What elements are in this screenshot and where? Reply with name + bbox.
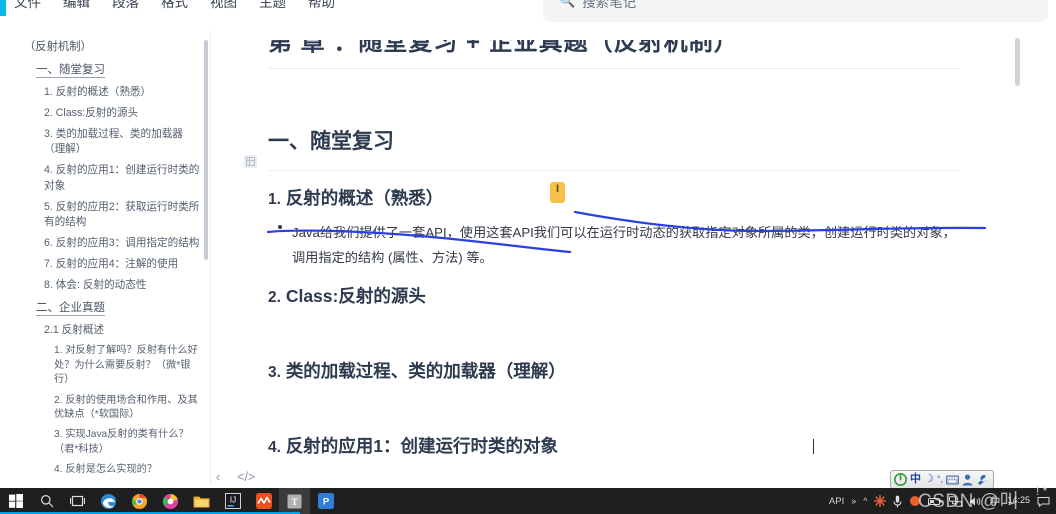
code-icon[interactable]: </> — [237, 470, 255, 484]
heading-1-1-label: 反射的概述（熟悉） — [285, 188, 444, 208]
file-explorer-icon[interactable] — [186, 488, 217, 514]
watermark-tail: ! * — [1036, 484, 1048, 498]
toolbox-icon[interactable] — [976, 474, 988, 486]
menu-bar: 文件 编辑 段落 格式 视图 主题 帮助 — [0, 0, 530, 16]
moon-icon[interactable]: ☽ — [924, 474, 934, 485]
sogou-browser-icon[interactable] — [155, 488, 186, 514]
sidebar-item-2-1-3[interactable]: 3. 实现Java反射的类有什么？（君*科技） — [24, 425, 204, 460]
heading-1-4-label: 反射的应用1：创建运行时类的对象 — [285, 436, 559, 456]
text-highlight-marker — [550, 182, 565, 203]
paragraph-reflection-overview[interactable]: Java给我们提供了一套API，使用这套API我们可以在运行时动态的获取指定对象… — [268, 220, 968, 454]
sidebar-item-1-4[interactable]: 4. 反射的应用1：创建运行时类的对象 — [24, 160, 204, 196]
sidebar-item-1-6[interactable]: 6. 反射的应用3：调用指定的结构 — [24, 233, 204, 254]
menu-item-view[interactable]: 视图 — [210, 0, 237, 11]
task-view-icon[interactable] — [62, 488, 93, 514]
text-caret — [813, 439, 814, 454]
heading-1-1-number: 1. — [268, 191, 281, 208]
menu-item-theme[interactable]: 主题 — [259, 0, 286, 11]
menu-item-edit[interactable]: 编辑 — [63, 0, 90, 11]
sidebar-item-section-2[interactable]: 二、企业真题 — [24, 296, 204, 320]
windows-start-icon[interactable] — [0, 488, 31, 514]
sidebar-item-1-2[interactable]: 2. Class:反射的源头 — [24, 103, 204, 124]
menu-item-file[interactable]: 文件 — [14, 0, 41, 11]
sidebar-item-1-7[interactable]: 7. 反射的应用4：注解的使用 — [24, 254, 204, 275]
tray-chevron-up-icon[interactable]: ^ — [863, 496, 867, 506]
security-shield-icon[interactable] — [874, 495, 887, 507]
list-bullet — [278, 225, 282, 229]
heading-1-2-label: Class:反射的源头 — [285, 286, 426, 306]
heading-1-2-number: 2. — [268, 289, 281, 306]
document-area[interactable]: 第 章 ：随堂复习 + 企业真题（反射机制） 一、随堂复习 1. 反射的概述（熟… — [211, 30, 1014, 485]
heading-1-2[interactable]: 2. Class:反射的源头 — [268, 283, 426, 308]
sidebar-item-2-1-1[interactable]: 1. 对反射了解吗？反射有什么好处？为什么需要反射？（微*银行） — [24, 341, 204, 390]
sidebar-item-1-8[interactable]: 8. 体会: 反射的动态性 — [24, 275, 204, 296]
microphone-icon[interactable] — [893, 495, 903, 508]
heading-1-4-number: 4. — [268, 439, 281, 456]
menu-item-help[interactable]: 帮助 — [308, 0, 335, 11]
sidebar-item-section-1[interactable]: 一、随堂复习 — [24, 58, 204, 82]
sidebar-item-1-1[interactable]: 1. 反射的概述（熟悉） — [24, 82, 204, 103]
tray-api-label: API — [828, 495, 845, 507]
sidebar-item-2-1-4[interactable]: 4. 反射是怎么实现的？ — [24, 460, 204, 480]
document-title: 第 章 ：随堂复习 + 企业真题（反射机制） — [268, 40, 739, 56]
pycharm-icon[interactable]: P — [310, 488, 341, 514]
heading-1-1[interactable]: 1. 反射的概述（熟悉） — [268, 185, 443, 210]
heading-1-3[interactable]: 3. 类的加载过程、类的加载器（理解） — [268, 358, 566, 383]
document-title-clipped: 第 章 ：随堂复习 + 企业真题（反射机制） — [268, 40, 968, 70]
typora-icon[interactable]: T — [279, 488, 310, 514]
heading-1-3-label: 类的加载过程、类的加载器（理解） — [285, 361, 566, 381]
sidebar-item-1-5[interactable]: 5. 反射的应用2：获取运行时类所有的结构 — [24, 197, 204, 233]
sidebar-scrollbar[interactable] — [204, 40, 208, 260]
chrome-browser-icon[interactable] — [124, 488, 155, 514]
search-bar[interactable]: 🔍 搜索笔记 — [543, 0, 1048, 22]
sidebar-item-2-1[interactable]: 2.1 反射概述 — [24, 320, 204, 341]
sidebar-item-1-3[interactable]: 3. 类的加载过程、类的加载器（理解） — [24, 124, 204, 160]
intellij-idea-icon[interactable]: IJ — [217, 488, 248, 514]
table-gutter-icon[interactable] — [244, 155, 257, 168]
document-scrollbar-thumb[interactable] — [1015, 38, 1020, 86]
svg-text:IJ: IJ — [229, 496, 235, 505]
search-input[interactable]: 搜索笔记 — [582, 0, 636, 11]
tray-overflow-icon[interactable]: » — [851, 496, 856, 506]
heading-1-4[interactable]: 4. 反射的应用1：创建运行时类的对象 — [268, 433, 558, 458]
svg-text:T: T — [291, 498, 298, 508]
user-icon[interactable] — [962, 474, 973, 486]
search-icon: 🔍 — [559, 0, 576, 8]
section-rule — [268, 170, 960, 171]
outline-sidebar[interactable]: （反射机制） 一、随堂复习 1. 反射的概述（熟悉） 2. Class:反射的源… — [0, 30, 212, 485]
punctuation-icon[interactable]: °, — [937, 475, 943, 484]
title-rule — [268, 68, 960, 69]
screen: 文件 编辑 段落 格式 视图 主题 帮助 🔍 搜索笔记 （反射机制） 一、随堂复… — [0, 0, 1056, 514]
accent-tick — [0, 0, 6, 16]
paragraph-text: Java给我们提供了一套API，使用这套API我们可以在运行时动态的获取指定对象… — [292, 225, 956, 266]
sidebar-item-2-1-2[interactable]: 2. 反射的使用场合和作用、及其优缺点（*软国际） — [24, 391, 204, 426]
xmind-icon[interactable] — [248, 488, 279, 514]
csdn-watermark: CSDN @叫 — [918, 491, 1019, 512]
heading-1-3-number: 3. — [268, 364, 281, 381]
windows-taskbar[interactable]: IJ T P API » ^ 中 14:25 — [0, 488, 1056, 514]
heading-section-1[interactable]: 一、随堂复习 — [268, 125, 394, 155]
sidebar-item-root[interactable]: （反射机制） — [24, 36, 204, 58]
taskbar-buttons: IJ T P — [0, 488, 341, 514]
document-scrollbar-track[interactable] — [1015, 30, 1021, 485]
soft-keyboard-icon[interactable] — [945, 475, 959, 485]
menu-item-format[interactable]: 格式 — [161, 0, 188, 11]
grid-icon — [246, 157, 255, 166]
chevron-left-icon[interactable]: ‹ — [216, 470, 220, 484]
menu-item-paragraph[interactable]: 段落 — [112, 0, 139, 11]
chinese-mode-icon[interactable]: 中 — [910, 474, 921, 485]
svg-text:P: P — [322, 497, 329, 508]
edge-browser-icon[interactable] — [93, 488, 124, 514]
sogou-logo-icon[interactable] — [894, 473, 907, 486]
taskbar-search-icon[interactable] — [31, 488, 62, 514]
